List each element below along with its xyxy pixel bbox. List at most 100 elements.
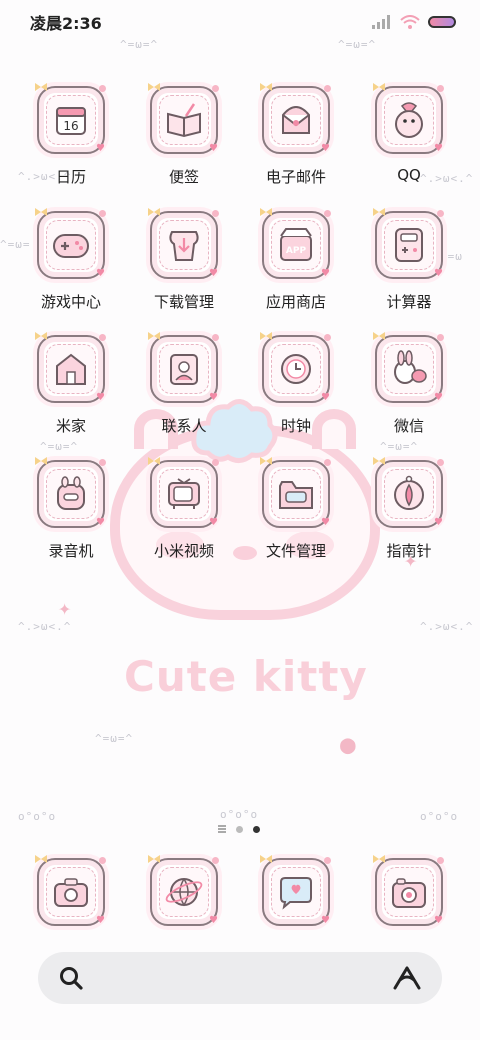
heart-icon: ♥	[434, 143, 443, 154]
strawberry-icon: ●	[340, 730, 357, 760]
app-folder[interactable]: ♥ 文件管理	[241, 457, 351, 561]
status-icons	[372, 15, 456, 29]
pink-dot-icon	[212, 210, 219, 217]
app-label: 下载管理	[153, 293, 214, 311]
dock-app-browser-globe[interactable]: ♥	[129, 855, 239, 926]
wallpaper-emoticon: ^.>ω<.^	[420, 620, 474, 633]
icon-frame[interactable]: ♥	[35, 332, 106, 403]
page-dot[interactable]	[236, 825, 243, 833]
wallpaper-emoticon: ^=ω=^	[338, 38, 377, 51]
pink-dot-icon	[437, 459, 444, 466]
icon-frame[interactable]: ♥	[260, 332, 331, 403]
app-clock[interactable]: ♥ 时钟	[241, 332, 351, 436]
heart-icon: ♥	[96, 268, 105, 279]
page-indicator[interactable]	[218, 825, 260, 833]
search-icon[interactable]	[58, 965, 84, 991]
pink-dot-icon	[324, 459, 331, 466]
icon-frame[interactable]: 16 ♥	[35, 83, 106, 154]
pink-dot-icon	[437, 85, 444, 92]
icon-frame[interactable]: ♥	[260, 83, 331, 154]
photo-camera-icon	[384, 867, 434, 917]
page-dot-active[interactable]	[253, 825, 260, 833]
download-icon	[159, 220, 209, 270]
heart-icon: ♥	[321, 392, 330, 403]
app-wechat[interactable]: ♥ 微信	[354, 332, 464, 436]
icon-frame[interactable]: ♥	[35, 855, 106, 926]
app-store-badge: APP	[286, 246, 307, 256]
messages-icon	[271, 867, 321, 917]
pink-dot-icon	[437, 210, 444, 217]
bow-icon	[260, 855, 272, 863]
app-tv[interactable]: ♥ 小米视频	[129, 457, 239, 561]
app-home[interactable]: ♥ 米家	[16, 332, 126, 436]
icon-frame[interactable]: ♥	[373, 83, 444, 154]
pink-dot-icon	[99, 857, 106, 864]
status-bar: 凌晨2:36	[0, 0, 480, 44]
heart-icon: ♥	[209, 392, 218, 403]
icon-frame[interactable]: ♥	[260, 457, 331, 528]
app-label: 文件管理	[265, 542, 326, 560]
app-compass[interactable]: ♥ 指南针	[354, 457, 464, 561]
dock-app-messages[interactable]: ♥	[241, 855, 351, 926]
app-app-store[interactable]: APP ♥ 应用商店	[241, 208, 351, 312]
icon-frame[interactable]: ♥	[35, 208, 106, 279]
heart-icon: ♥	[321, 915, 330, 926]
dock-app-photo-camera[interactable]: ♥	[354, 855, 464, 926]
app-notes[interactable]: ♥ 便签	[129, 83, 239, 187]
heart-icon: ♥	[321, 268, 330, 279]
pink-dot-icon	[324, 857, 331, 864]
pink-dot-icon	[324, 85, 331, 92]
icon-frame[interactable]: ♥	[260, 855, 331, 926]
camera-icon	[46, 867, 96, 917]
home-icon	[46, 344, 96, 394]
wifi-icon	[400, 15, 420, 29]
icon-frame[interactable]: ♥	[148, 83, 219, 154]
browser-globe-icon	[159, 867, 209, 917]
app-store-icon: APP	[271, 220, 321, 270]
icon-frame[interactable]: ♥	[35, 457, 106, 528]
icon-frame[interactable]: APP ♥	[260, 208, 331, 279]
sparkle-icon: ✦	[58, 596, 73, 621]
app-email[interactable]: ♥ 电子邮件	[241, 83, 351, 187]
app-label: 游戏中心	[40, 293, 101, 311]
app-gamepad[interactable]: ♥ 游戏中心	[16, 208, 126, 312]
bow-icon	[148, 457, 160, 465]
icon-frame[interactable]: ♥	[373, 855, 444, 926]
icon-frame[interactable]: ♥	[373, 208, 444, 279]
app-label: 微信	[393, 417, 424, 435]
app-download[interactable]: ♥ 下载管理	[129, 208, 239, 312]
calendar-icon: 16	[46, 95, 96, 145]
pink-dot-icon	[99, 459, 106, 466]
app-contacts[interactable]: ♥ 联系人	[129, 332, 239, 436]
bow-icon	[260, 208, 272, 216]
assistant-icon[interactable]	[392, 965, 422, 991]
icon-frame[interactable]: ♥	[373, 332, 444, 403]
wechat-icon	[384, 344, 434, 394]
wallpaper-emoticon: ^=ω=^	[380, 440, 419, 453]
bow-icon	[148, 332, 160, 340]
app-calculator[interactable]: ♥ 计算器	[354, 208, 464, 312]
page-indicator-list[interactable]	[218, 825, 226, 833]
heart-icon: ♥	[434, 392, 443, 403]
heart-icon: ♥	[321, 143, 330, 154]
bow-icon	[148, 855, 160, 863]
icon-frame[interactable]: ♥	[148, 457, 219, 528]
app-label: 指南针	[386, 542, 432, 560]
status-time: 凌晨2:36	[30, 14, 102, 33]
icon-frame[interactable]: ♥	[148, 332, 219, 403]
contacts-icon	[159, 344, 209, 394]
dock-app-camera[interactable]: ♥	[16, 855, 126, 926]
wallpaper-title: Cute kitty	[124, 652, 368, 701]
app-recorder[interactable]: ♥ 录音机	[16, 457, 126, 561]
icon-frame[interactable]: ♥	[148, 855, 219, 926]
icon-frame[interactable]: ♥	[148, 208, 219, 279]
app-label: 米家	[55, 417, 86, 435]
app-label: 时钟	[280, 417, 311, 435]
app-qq-penguin[interactable]: ♥ QQ	[354, 83, 464, 184]
app-label: 联系人	[161, 417, 207, 435]
wallpaper-emoticon: o°o°o	[420, 810, 459, 823]
search-bar[interactable]	[38, 952, 442, 1004]
app-calendar[interactable]: 16 ♥ 日历	[16, 83, 126, 187]
icon-frame[interactable]: ♥	[373, 457, 444, 528]
pink-dot-icon	[99, 210, 106, 217]
